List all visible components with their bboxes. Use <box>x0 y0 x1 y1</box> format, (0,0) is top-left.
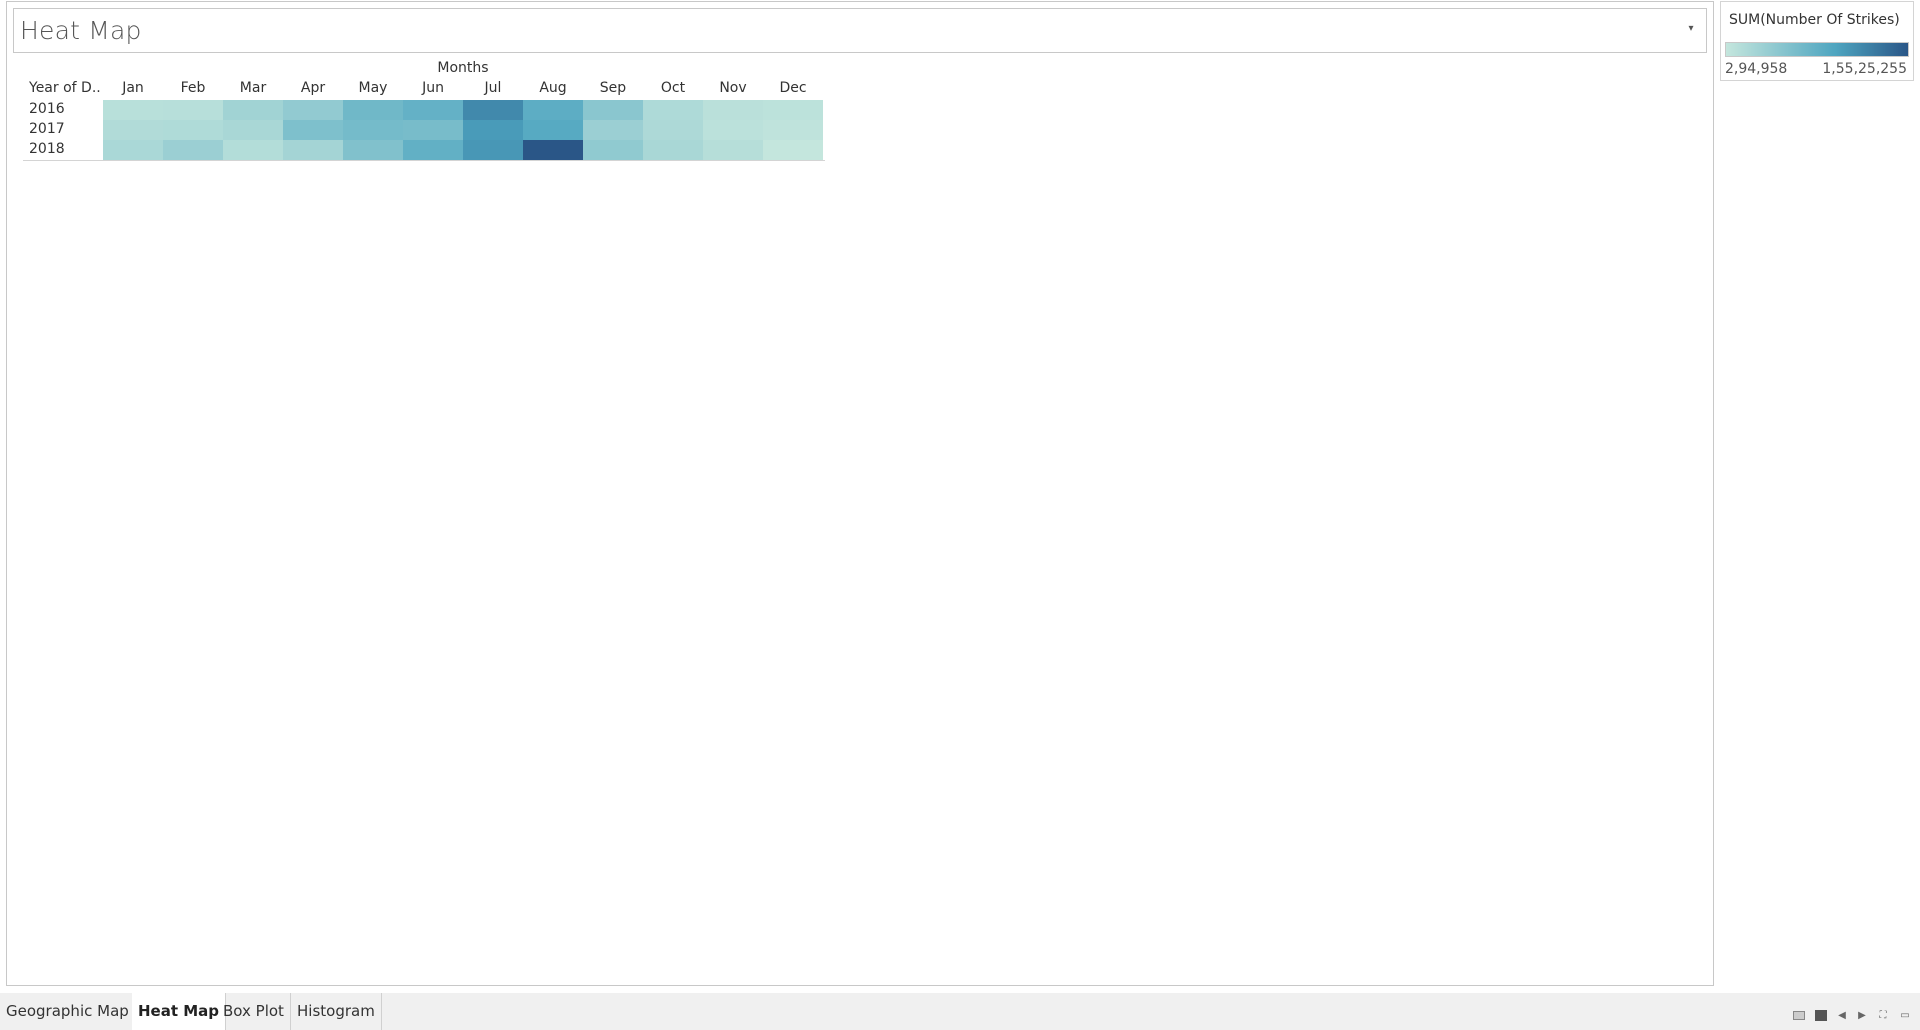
column-header-aug[interactable]: Aug <box>523 80 583 96</box>
presentation-icon[interactable]: ▭ <box>1898 1010 1912 1022</box>
heatmap-cell[interactable] <box>103 100 163 120</box>
column-header-sep[interactable]: Sep <box>583 80 643 96</box>
tiles-icon[interactable] <box>1815 1010 1827 1021</box>
tab-geographic-map[interactable]: Geographic Map <box>0 993 136 1030</box>
heatmap-cell[interactable] <box>643 100 703 120</box>
tableau-workbook: Heat Map ▾ Months Year of D.. Jan Feb Mar A… <box>0 0 1920 1030</box>
heatmap-cell[interactable] <box>463 140 523 160</box>
filmstrip-icon[interactable] <box>1793 1011 1805 1020</box>
previous-icon[interactable]: ◀ <box>1835 1010 1849 1022</box>
column-header-dec[interactable]: Dec <box>763 80 823 96</box>
table-row: 2018 <box>23 140 825 160</box>
grid-bottom-border <box>23 160 825 161</box>
column-header-jan[interactable]: Jan <box>103 80 163 96</box>
table-row: 2017 <box>23 120 825 140</box>
heatmap-cell[interactable] <box>583 140 643 160</box>
heatmap-cell[interactable] <box>703 120 763 140</box>
sheet-title-bar[interactable]: Heat Map ▾ <box>13 8 1707 53</box>
worksheet-pane: Heat Map ▾ Months Year of D.. Jan Feb Mar A… <box>6 1 1714 986</box>
heatmap-cell[interactable] <box>223 120 283 140</box>
row-header-2018[interactable]: 2018 <box>29 141 65 157</box>
heatmap-cell[interactable] <box>523 100 583 120</box>
heatmap-cell[interactable] <box>463 100 523 120</box>
heatmap-cell[interactable] <box>163 120 223 140</box>
heatmap-cell[interactable] <box>703 100 763 120</box>
column-headers: Year of D.. Jan Feb Mar Apr May Jun Jul Aug Sep O… <box>23 80 843 100</box>
column-header-may[interactable]: May <box>343 80 403 96</box>
heatmap-cell[interactable] <box>223 140 283 160</box>
fullscreen-icon[interactable]: ⛶ <box>1876 1010 1890 1022</box>
column-header-jul[interactable]: Jul <box>463 80 523 96</box>
heatmap-cell[interactable] <box>763 120 823 140</box>
color-legend[interactable]: SUM(Number Of Strikes) 2,94,958 1,55,25,… <box>1720 1 1914 81</box>
heatmap-cell[interactable] <box>283 100 343 120</box>
next-icon[interactable]: ▶ <box>1855 1010 1869 1022</box>
column-header-oct[interactable]: Oct <box>643 80 703 96</box>
heatmap-cell[interactable] <box>523 120 583 140</box>
heatmap-cell[interactable] <box>583 120 643 140</box>
heatmap-cell[interactable] <box>163 140 223 160</box>
legend-color-ramp <box>1725 42 1909 57</box>
sheet-title: Heat Map <box>20 16 142 45</box>
heatmap-cell[interactable] <box>343 120 403 140</box>
column-header-feb[interactable]: Feb <box>163 80 223 96</box>
heatmap-cell[interactable] <box>763 100 823 120</box>
heatmap-cell[interactable] <box>163 100 223 120</box>
heatmap-cell[interactable] <box>283 140 343 160</box>
tab-heat-map[interactable]: Heat Map <box>132 993 227 1030</box>
column-dimension-header[interactable]: Months <box>103 60 823 76</box>
heatmap-cell[interactable] <box>283 120 343 140</box>
heatmap-cell[interactable] <box>583 100 643 120</box>
heatmap-cell[interactable] <box>643 140 703 160</box>
column-header-mar[interactable]: Mar <box>223 80 283 96</box>
table-row: 2016 <box>23 100 825 120</box>
legend-min-label: 2,94,958 <box>1725 61 1788 77</box>
heatmap-cell[interactable] <box>343 100 403 120</box>
heatmap-cell[interactable] <box>343 140 403 160</box>
heatmap-cell[interactable] <box>103 140 163 160</box>
legend-title: SUM(Number Of Strikes) <box>1729 12 1900 28</box>
column-header-nov[interactable]: Nov <box>703 80 763 96</box>
heatmap-cell[interactable] <box>403 120 463 140</box>
column-header-jun[interactable]: Jun <box>403 80 463 96</box>
heatmap-cell[interactable] <box>403 140 463 160</box>
column-header-apr[interactable]: Apr <box>283 80 343 96</box>
row-header-2016[interactable]: 2016 <box>29 101 65 117</box>
row-dimension-header[interactable]: Year of D.. <box>29 80 101 96</box>
heatmap-cell[interactable] <box>463 120 523 140</box>
row-header-2017[interactable]: 2017 <box>29 121 65 137</box>
sheet-tab-strip: Geographic Map Heat Map Box Plot Histogr… <box>0 993 1920 1030</box>
heatmap-cell[interactable] <box>643 120 703 140</box>
legend-max-label: 1,55,25,255 <box>1822 61 1907 77</box>
tab-box-plot[interactable]: Box Plot <box>217 993 291 1030</box>
heatmap-cell[interactable] <box>523 140 583 160</box>
tab-histogram[interactable]: Histogram <box>291 993 382 1030</box>
heatmap-cell[interactable] <box>223 100 283 120</box>
heatmap-cell[interactable] <box>103 120 163 140</box>
chevron-down-icon[interactable]: ▾ <box>1684 22 1698 36</box>
heatmap-cell[interactable] <box>763 140 823 160</box>
heatmap-cell[interactable] <box>403 100 463 120</box>
heatmap-cell[interactable] <box>703 140 763 160</box>
